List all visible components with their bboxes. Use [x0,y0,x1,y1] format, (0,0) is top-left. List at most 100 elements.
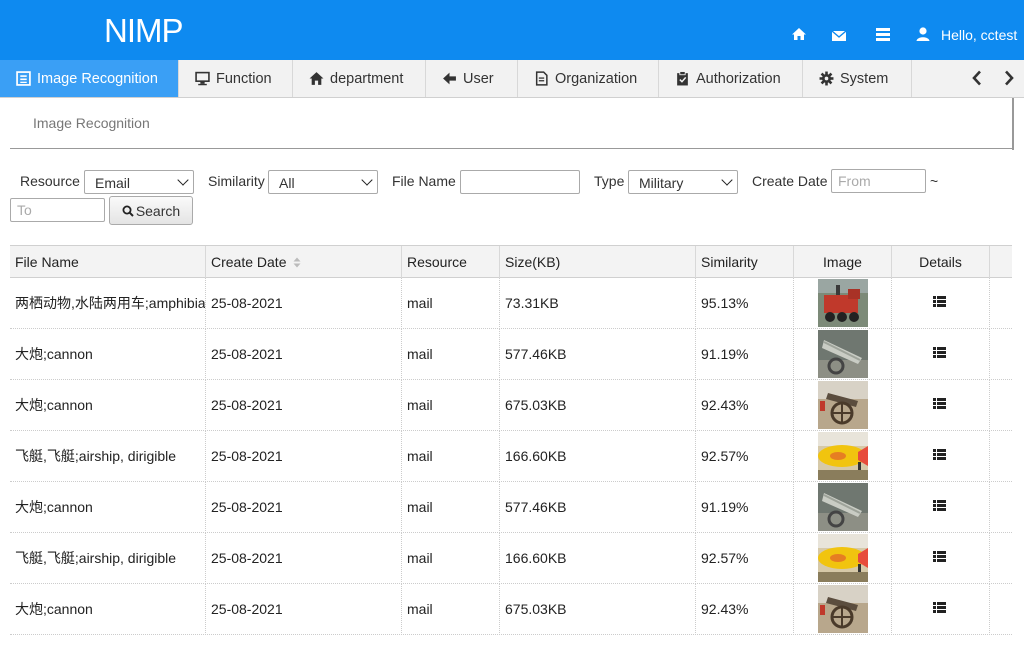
details-list-icon[interactable] [933,347,946,358]
cell-size: 166.60KB [500,431,696,482]
table-row[interactable]: 大炮;cannon 25-08-2021 mail 577.46KB 91.19% [10,329,1012,380]
cell-file-name: 大炮;cannon [10,329,206,380]
image-thumbnail[interactable] [818,432,868,480]
chevron-left-icon[interactable] [971,70,983,86]
chevron-down-icon [721,174,733,186]
tab-label: Authorization [696,70,781,87]
cell-size: 577.46KB [500,329,696,380]
cell-resource: mail [402,533,500,584]
similarity-select[interactable]: All [268,170,378,194]
image-thumbnail[interactable] [818,330,868,378]
tab-function[interactable]: Function [179,60,293,97]
tab-authorization[interactable]: Authorization [659,60,803,97]
details-list-icon[interactable] [933,449,946,460]
table-header: File Name Create Date Resource Size(KB) … [10,245,1012,279]
greeting-text[interactable]: Hello, cctest [941,27,1017,43]
tab-label: Image Recognition [37,70,158,87]
date-from-input[interactable]: From [831,169,926,193]
tab-label: System [840,70,889,87]
tab-label: Function [216,70,272,87]
details-list-icon[interactable] [933,551,946,562]
cell-file-name: 两栖动物,水陆两用车;amphibian, amphibious vehicle [10,278,206,329]
gear-icon [819,71,834,86]
col-file-name[interactable]: File Name [10,246,206,279]
col-resource[interactable]: Resource [402,246,500,279]
table-row[interactable]: 大炮;cannon 25-08-2021 mail 675.03KB 92.43% [10,584,1012,635]
arrow-left-icon [443,72,456,85]
table-row[interactable]: 大炮;cannon 25-08-2021 mail 577.46KB 91.19% [10,482,1012,533]
cell-file-name: 大炮;cannon [10,482,206,533]
details-list-icon[interactable] [933,398,946,409]
details-list-icon[interactable] [933,602,946,613]
tab-label: department [330,70,404,87]
page-title: Image Recognition [33,115,150,131]
cell-resource: mail [402,380,500,431]
cell-create-date: 25-08-2021 [206,329,402,380]
col-create-date-label: Create Date [211,254,287,270]
main-nav-tabs: Image Recognition Function department Us… [0,60,1024,98]
table-row[interactable]: 大炮;cannon 25-08-2021 mail 675.03KB 92.43% [10,380,1012,431]
panel-border [1012,98,1014,150]
image-thumbnail[interactable] [818,279,868,327]
tab-system[interactable]: System [803,60,912,97]
cell-resource: mail [402,329,500,380]
resource-label: Resource [20,173,80,189]
image-thumbnail[interactable] [818,483,868,531]
tab-image-recognition[interactable]: Image Recognition [0,60,179,97]
col-size[interactable]: Size(KB) [500,246,696,279]
cell-resource: mail [402,482,500,533]
home-icon[interactable] [791,26,807,42]
list-icon[interactable] [875,26,891,42]
cell-size: 675.03KB [500,380,696,431]
search-button[interactable]: Search [109,196,193,225]
table-row[interactable]: 两栖动物,水陆两用车;amphibian, amphibious vehicle… [10,278,1012,329]
mail-icon[interactable] [831,28,847,44]
image-thumbnail[interactable] [818,534,868,582]
cell-size: 73.31KB [500,278,696,329]
tab-department[interactable]: department [293,60,426,97]
details-list-icon[interactable] [933,500,946,511]
date-separator: ~ [930,173,939,189]
user-icon[interactable] [915,26,931,42]
picture-icon [16,71,31,86]
col-similarity[interactable]: Similarity [696,246,794,279]
cell-similarity: 91.19% [696,329,794,380]
cell-resource: mail [402,278,500,329]
cell-file-name: 大炮;cannon [10,584,206,635]
tab-label: Organization [555,70,638,87]
cell-file-name: 飞艇,飞艇;airship, dirigible [10,431,206,482]
col-create-date[interactable]: Create Date [206,246,402,279]
col-details: Details [892,246,990,279]
filename-input[interactable] [460,170,580,194]
image-thumbnail[interactable] [818,381,868,429]
similarity-label: Similarity [208,173,265,189]
cell-resource: mail [402,431,500,482]
top-header: NIMP Hello, cctest [0,0,1024,60]
cell-size: 577.46KB [500,482,696,533]
cell-size: 166.60KB [500,533,696,584]
monitor-icon [195,71,210,86]
cell-create-date: 25-08-2021 [206,278,402,329]
table-row[interactable]: 飞艇,飞艇;airship, dirigible 25-08-2021 mail 16… [10,431,1012,482]
type-select[interactable]: Military [628,170,738,194]
cell-create-date: 25-08-2021 [206,533,402,584]
search-label: Search [135,202,181,219]
similarity-value: All [279,175,295,191]
cell-create-date: 25-08-2021 [206,482,402,533]
title-divider [10,148,1012,149]
cell-similarity: 95.13% [696,278,794,329]
tab-user[interactable]: User [426,60,518,97]
col-image: Image [794,246,892,279]
type-value: Military [639,175,684,191]
chevron-right-icon[interactable] [1003,70,1015,86]
details-list-icon[interactable] [933,296,946,307]
chevron-down-icon [361,174,373,186]
cell-create-date: 25-08-2021 [206,380,402,431]
cell-file-name: 大炮;cannon [10,380,206,431]
resource-select[interactable]: Email [84,170,194,194]
table-row[interactable]: 飞艇,飞艇;airship, dirigible 25-08-2021 mail 16… [10,533,1012,584]
tab-organization[interactable]: Organization [518,60,659,97]
date-to-input[interactable]: To [10,198,105,222]
image-thumbnail[interactable] [818,585,868,633]
sort-icon[interactable] [293,257,301,268]
